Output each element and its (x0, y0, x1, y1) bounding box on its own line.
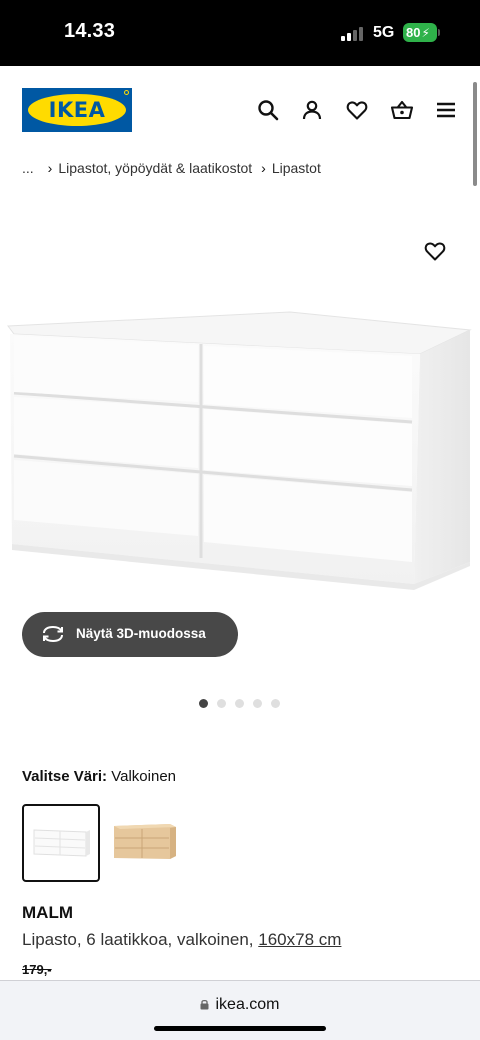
product-description: Lipasto, 6 laatikkoa, valkoinen, 160x78 … (22, 930, 341, 950)
registered-mark (124, 90, 129, 95)
lock-icon (200, 997, 209, 1010)
carousel-dot[interactable] (199, 699, 208, 708)
rotate-3d-icon (43, 625, 63, 643)
address-display[interactable]: ikea.com (0, 996, 480, 1014)
carousel-dot[interactable] (253, 699, 262, 708)
heart-icon[interactable] (345, 98, 369, 122)
scrollbar[interactable] (473, 82, 477, 186)
network-type: 5G (373, 24, 395, 41)
color-selection-label: Valitse Väri: Valkoinen (22, 768, 176, 785)
previous-price: 179,- (22, 962, 52, 977)
ikea-logo[interactable]: IKEA (22, 88, 132, 132)
product-name: MALM (22, 903, 73, 922)
carousel-dot[interactable] (271, 699, 280, 708)
account-icon[interactable] (300, 98, 324, 122)
view-in-3d-button[interactable]: Näytä 3D-muodossa (22, 612, 238, 657)
breadcrumb: ... › Lipastot, yöpöydät & laatikostot › Lip… (22, 160, 321, 176)
choose-color-label: Valitse Väri: (22, 768, 108, 785)
site-header: IKEA (0, 66, 480, 156)
breadcrumb-ellipsis[interactable]: ... (22, 160, 34, 176)
white-dresser-thumbnail (33, 829, 90, 857)
menu-icon[interactable] (434, 98, 458, 122)
charging-bolt-icon: ⚡ (421, 26, 430, 40)
chevron-right-icon: › (47, 160, 53, 176)
battery-icon: 80⚡ (403, 23, 437, 42)
carousel-dot[interactable] (235, 699, 244, 708)
breadcrumb-item-dressers-nightstands[interactable]: Lipastot, yöpöydät & laatikostot (58, 160, 252, 176)
url-text: ikea.com (215, 996, 280, 1013)
battery-tip (438, 29, 440, 36)
browser-address-bar[interactable]: ikea.com (0, 980, 480, 1040)
color-swatch-white-stained-oak[interactable] (106, 804, 184, 882)
product-description-text: Lipasto, 6 laatikkoa, valkoinen, (22, 930, 259, 949)
oak-dresser-thumbnail (114, 824, 176, 859)
logo-text: IKEA (48, 98, 106, 122)
view-in-3d-label: Näytä 3D-muodossa (76, 626, 206, 641)
search-icon[interactable] (256, 98, 280, 122)
color-swatch-white[interactable] (22, 804, 100, 882)
breadcrumb-item-dressers[interactable]: Lipastot (272, 160, 321, 176)
basket-icon[interactable] (390, 98, 414, 122)
carousel-dot[interactable] (217, 699, 226, 708)
clock: 14.33 (64, 20, 116, 42)
home-indicator[interactable] (154, 1026, 326, 1031)
chevron-right-icon: › (261, 160, 266, 176)
cellular-signal-icon (341, 27, 365, 41)
product-image-white-dresser[interactable] (0, 300, 480, 600)
add-to-wishlist-heart-icon[interactable] (423, 239, 447, 263)
battery-level: 80 (406, 25, 421, 40)
product-dimensions-link[interactable]: 160x78 cm (258, 930, 341, 949)
selected-color-value: Valkoinen (111, 768, 177, 785)
status-bar: 14.33 5G 80⚡ (0, 0, 480, 66)
